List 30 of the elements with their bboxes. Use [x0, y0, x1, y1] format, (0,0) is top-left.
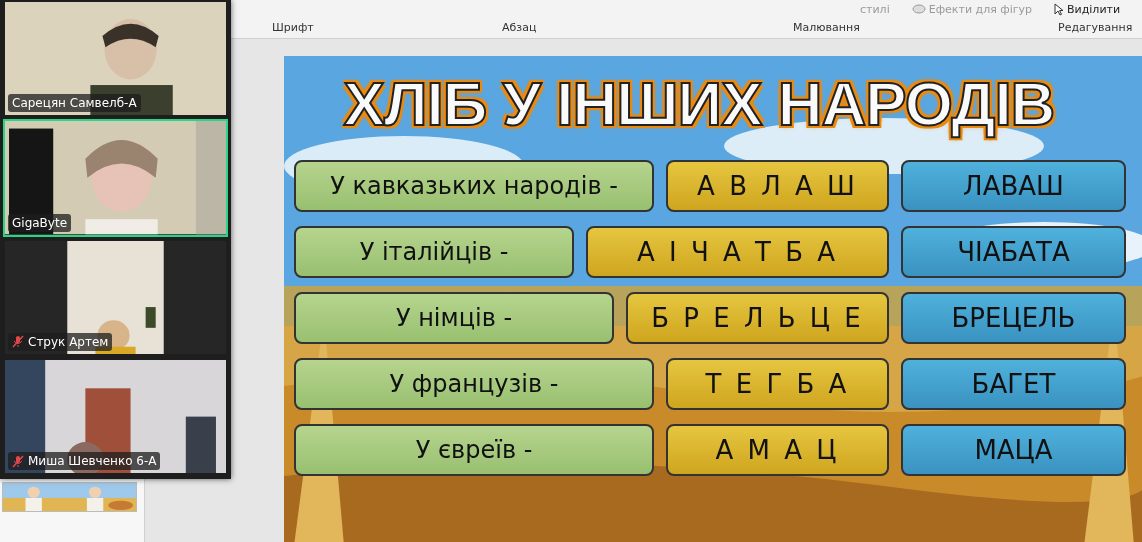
participant-name: Миша Шевченко 6-А: [28, 454, 157, 468]
scrambled-word: А М А Ц: [666, 424, 889, 476]
participant-name: Струк Артем: [28, 334, 109, 349]
answer-word: БАГЕТ: [901, 358, 1126, 410]
prompt-label: У французів -: [294, 358, 654, 410]
shape-effects-icon: [911, 4, 926, 14]
ribbon-group-label: Редагування: [1058, 21, 1133, 34]
participant-name: GigaByte: [12, 215, 68, 230]
participant-name: Сарецян Самвелб-А: [12, 96, 137, 111]
scrambled-word: Т Е Г Б А: [666, 358, 889, 410]
answer-word: ЧІАБАТА: [901, 226, 1126, 278]
prompt-label: У німців -: [294, 292, 614, 344]
answer-word: БРЕЦЕЛЬ: [901, 292, 1126, 344]
prompt-label: У євреїв -: [294, 424, 654, 476]
select-button[interactable]: Виділити: [1054, 2, 1121, 16]
answer-word: ЛАВАШ: [901, 160, 1126, 212]
scrambled-word: Б Р Е Л Ь Ц Е: [626, 292, 889, 344]
video-tile[interactable]: Сарецян Самвелб-А: [3, 0, 228, 118]
ribbon-group-label: Малювання: [793, 21, 860, 34]
scrambled-word: А В Л А Ш: [666, 160, 889, 212]
video-tile[interactable]: GigaByte: [3, 119, 228, 237]
scrambled-word: А І Ч А Т Б А: [586, 226, 889, 278]
answer-word: МАЦА: [901, 424, 1126, 476]
prompt-label: У кавказьких народів -: [294, 160, 654, 212]
prompt-label: У італійців -: [294, 226, 574, 278]
slide-title: ХЛІБ У ІНШИХ НАРОДІВ: [342, 68, 1056, 140]
video-tile[interactable]: Миша Шевченко 6-А: [3, 357, 228, 475]
video-tile[interactable]: Струк Артем: [3, 238, 228, 356]
ribbon-group-label: Абзац: [502, 21, 537, 34]
ribbon-group-label: Шрифт: [272, 21, 314, 34]
